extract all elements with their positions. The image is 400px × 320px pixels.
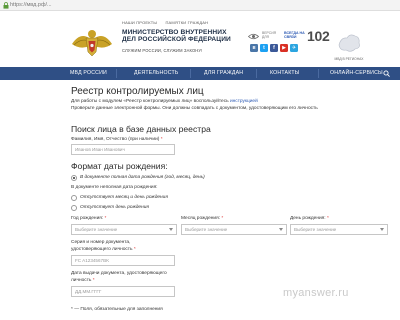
day-select[interactable]: Выберите значение [290, 224, 388, 235]
nav-separator [318, 69, 319, 78]
required-mark: * [326, 216, 329, 221]
year-select-value: Выберите значение [75, 227, 118, 232]
intro-text: Для работы с модулем «Реестр контролируе… [71, 99, 229, 104]
facebook-icon[interactable]: f [270, 44, 278, 52]
twitter-icon[interactable]: t [260, 44, 268, 52]
month-select[interactable]: Выберите значение [181, 224, 287, 235]
vk-icon[interactable]: в [250, 44, 258, 52]
required-mark: * [221, 216, 224, 221]
radio-full-date[interactable] [71, 175, 77, 181]
nav-separator [256, 69, 257, 78]
region-caption[interactable]: МВД В РЕГИОНАХ [331, 57, 367, 61]
chevron-down-icon [279, 228, 283, 231]
chevron-down-icon [380, 228, 384, 231]
fio-input[interactable]: Иванов Иван Иванович [71, 144, 175, 155]
link-citizen-memos[interactable]: ПАМЯТКИ ГРАЖДАН [165, 20, 208, 25]
doc-label-line1: Серия и номер документа, [71, 240, 131, 245]
accessibility-version-label[interactable]: ВЕРСИЯ ДЛЯ [262, 31, 276, 40]
browser-address-bar[interactable]: https://мвд.рф/... [0, 0, 400, 11]
site-header: НАШИ ПРОЕКТЫ ПАМЯТКИ ГРАЖДАН МИНИСТЕРСТВ… [0, 11, 400, 67]
search-heading: Поиск лица в базе данных реестра [71, 124, 211, 134]
year-select[interactable]: Выберите значение [71, 224, 177, 235]
link-our-projects[interactable]: НАШИ ПРОЕКТЫ [122, 20, 157, 25]
nav-mvd-russia[interactable]: МВД РОССИИ [70, 67, 107, 80]
intro-paragraph: Для работы с модулем «Реестр контролируе… [71, 99, 258, 104]
main-content: Реестр контролируемых лиц Для работы с м… [0, 80, 400, 320]
year-label: Год рождения: * [71, 216, 107, 221]
radio-no-month-day-label[interactable]: Отсутствует месяц и день рождения [80, 195, 168, 200]
issue-date-label-line2: личность * [71, 278, 95, 283]
search-icon[interactable] [383, 70, 390, 77]
fio-placeholder: Иванов Иван Иванович [75, 147, 125, 152]
instruction-link[interactable]: инструкцией [230, 99, 258, 104]
required-fields-note: * — Поля, обязательные для заполнения [71, 307, 163, 312]
nav-separator [190, 69, 191, 78]
required-mark: * [104, 216, 107, 221]
nav-activity[interactable]: ДЕЯТЕЛЬНОСТЬ [134, 67, 179, 80]
youtube-icon[interactable]: ▶ [280, 44, 288, 52]
day-label: День рождения: * [290, 216, 329, 221]
doc-label-line2: удостоверяющего личность * [71, 247, 136, 252]
issue-date-placeholder: ДД.ММ.ГГГГ [75, 289, 102, 294]
telegram-icon[interactable]: ✈ [290, 44, 298, 52]
main-nav: МВД РОССИИ ДЕЯТЕЛЬНОСТЬ ДЛЯ ГРАЖДАН КОНТ… [0, 67, 400, 80]
month-label: Месяц рождения: * [181, 216, 224, 221]
lock-icon [3, 2, 9, 9]
eye-icon[interactable] [248, 33, 259, 40]
nav-for-citizens[interactable]: ДЛЯ ГРАЖДАН [204, 67, 243, 80]
document-number-placeholder: FC A1234567BK [75, 258, 110, 263]
phone-caption: ВСЕГДА НА СВЯЗИ [284, 31, 305, 39]
month-select-value: Выберите значение [185, 227, 228, 232]
day-select-value: Выберите значение [294, 227, 337, 232]
fio-label: Фамилия, Имя, Отчество (при наличии) * [71, 137, 163, 142]
required-mark: * [160, 137, 163, 142]
nav-separator [116, 69, 117, 78]
issue-date-label-line1: Дата выдачи документа, удостоверяющего [71, 271, 167, 276]
radio-no-month-day[interactable] [71, 195, 77, 201]
document-number-input[interactable]: FC A1234567BK [71, 255, 175, 266]
nav-contacts[interactable]: КОНТАКТЫ [270, 67, 300, 80]
dob-format-heading: Формат даты рождения: [71, 161, 168, 171]
radio-no-day-label[interactable]: Отсутствует день рождения [80, 205, 149, 210]
url-text: https://мвд.рф/... [10, 2, 52, 8]
mvd-emblem-logo[interactable] [70, 24, 114, 60]
check-note: Проверьте данные электронной формы. Они … [71, 106, 318, 111]
issue-date-input[interactable]: ДД.ММ.ГГГГ [71, 286, 175, 297]
watermark-text: myanswer.ru [283, 287, 349, 299]
site-slogan: СЛУЖИМ РОССИИ, СЛУЖИМ ЗАКОНУ! [122, 48, 203, 53]
russia-map-icon[interactable] [336, 27, 362, 59]
nav-online-services[interactable]: ОНЛАЙН-СЕРВИСЫ [330, 67, 383, 80]
required-mark: * [133, 247, 136, 252]
page-title: Реестр контролируемых лиц [71, 86, 204, 97]
required-mark: * [92, 278, 95, 283]
partial-date-label: В документе неполная дата рождения: [71, 185, 158, 190]
radio-full-date-label[interactable]: В документе полная дата рождения (год, м… [80, 175, 205, 180]
ministry-name: МИНИСТЕРСТВО ВНУТРЕННИХ ДЕЛ РОССИЙСКОЙ Ф… [122, 29, 231, 44]
phone-number[interactable]: 102 [307, 28, 330, 44]
top-links: НАШИ ПРОЕКТЫ ПАМЯТКИ ГРАЖДАН [122, 20, 215, 25]
chevron-down-icon [169, 228, 173, 231]
radio-no-day[interactable] [71, 205, 77, 211]
